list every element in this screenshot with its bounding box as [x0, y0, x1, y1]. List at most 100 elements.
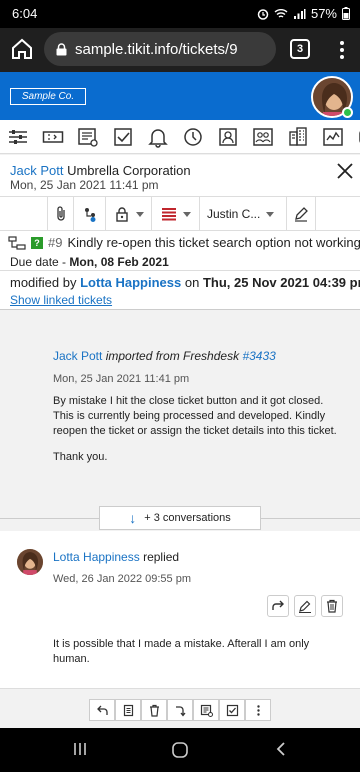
reply-button[interactable] [89, 699, 115, 721]
delete-reply-button[interactable] [321, 595, 343, 617]
contacts-button[interactable] [210, 120, 245, 154]
system-nav-bar [0, 728, 360, 772]
status-badge: ? [31, 236, 43, 249]
status-time: 6:04 [12, 6, 38, 21]
show-more-conversations-button[interactable]: ↓ + 3 conversations [99, 506, 261, 530]
report-button[interactable] [193, 699, 219, 721]
paperclip-icon [56, 206, 65, 221]
forward-button[interactable] [267, 595, 289, 617]
message-paragraph: By mistake I hit the close ticket button… [53, 395, 337, 437]
workflow-button[interactable] [73, 197, 105, 231]
more-actions-button[interactable] [245, 699, 271, 721]
imported-text: imported from Freshdesk [105, 349, 240, 363]
due-date-label: Due date - [10, 255, 70, 269]
ticket-created-date: Mon, 25 Jan 2021 11:41 pm [10, 178, 159, 192]
tickets-button[interactable] [35, 120, 70, 154]
checkbox-icon [113, 127, 132, 146]
message-date: Mon, 25 Jan 2021 11:41 pm [53, 373, 190, 385]
trash-icon [149, 704, 159, 717]
code-icon [358, 129, 360, 144]
chart-icon [322, 127, 343, 146]
approve-button[interactable] [219, 699, 245, 721]
modified-on-word: on [184, 275, 200, 290]
avatar-photo [17, 549, 43, 575]
more-vert-icon[interactable] [330, 36, 354, 64]
reports-button[interactable] [70, 120, 105, 154]
reply-date: Wed, 26 Jan 2022 09:55 pm [53, 573, 192, 585]
recent-apps-icon[interactable] [72, 741, 88, 757]
contact-card-icon [218, 127, 237, 146]
notifications-button[interactable] [140, 120, 175, 154]
trash-icon [327, 599, 337, 613]
ticket-card: Jack Pott Umbrella Corporation Mon, 25 J… [0, 155, 360, 310]
edit-ticket-button[interactable] [286, 197, 316, 231]
companies-button[interactable] [280, 120, 315, 154]
note-icon [123, 704, 133, 716]
building-icon [288, 126, 307, 146]
more-tools-button[interactable] [350, 120, 360, 154]
back-icon[interactable] [274, 741, 288, 757]
ticket-action-bar: Justin C... [0, 197, 360, 231]
ticket-header: Jack Pott Umbrella Corporation Mon, 25 J… [0, 155, 360, 197]
ticket-subject-block: ? #9 Kindly re-open this ticket search o… [0, 231, 360, 271]
group-icon [252, 127, 273, 146]
address-bar[interactable]: sample.tikit.info/tickets/9 [44, 32, 276, 66]
filters-button[interactable] [0, 120, 35, 154]
modified-at: Thu, 25 Nov 2021 04:39 pm [202, 275, 360, 290]
merge-arrow-icon [175, 705, 186, 717]
message-author-line: Jack Pott imported from Freshdesk #3433 [53, 349, 276, 363]
pencil-icon [295, 207, 308, 222]
avatar[interactable] [17, 549, 43, 575]
ticket-modified-block: modified by Lotta Happiness on Thu, 25 N… [0, 271, 360, 309]
ticket-number: #9 [48, 235, 63, 250]
battery-icon [342, 7, 350, 20]
online-status-dot [342, 107, 353, 118]
assignee-dropdown[interactable]: Justin C... [199, 197, 286, 231]
edit-reply-button[interactable] [294, 595, 316, 617]
home-icon[interactable] [10, 37, 34, 61]
reply-action: replied [143, 550, 180, 564]
alarm-icon [257, 8, 269, 20]
conversation-message-1: Jack Pott imported from Freshdesk #3433 … [0, 336, 360, 516]
home-nav-icon[interactable] [171, 741, 189, 759]
more-vert-icon [256, 704, 260, 716]
priority-dropdown[interactable] [151, 197, 199, 231]
forward-arrow-icon [272, 600, 284, 610]
history-button[interactable] [175, 120, 210, 154]
close-icon[interactable] [336, 162, 354, 180]
sliders-icon [8, 129, 27, 144]
requester-line: Jack Pott Umbrella Corporation [10, 163, 191, 178]
report-icon [200, 704, 213, 717]
delete-button[interactable] [141, 699, 167, 721]
company-logo[interactable]: Sample Co. [10, 88, 86, 105]
status-bar: 6:04 57% [0, 0, 360, 28]
subject-row: ? #9 Kindly re-open this ticket search o… [8, 235, 360, 250]
merge-button[interactable] [167, 699, 193, 721]
padlock-icon [115, 207, 128, 222]
modified-by-link[interactable]: Lotta Happiness [80, 275, 181, 290]
freshdesk-ref-link[interactable]: #3433 [242, 349, 275, 363]
reply-icon [96, 705, 108, 715]
status-icons: 57% [257, 6, 350, 21]
hierarchy-icon[interactable] [8, 235, 26, 250]
bottom-action-bar [89, 699, 271, 723]
signal-icon [293, 8, 306, 19]
note-button[interactable] [115, 699, 141, 721]
arrow-down-icon: ↓ [129, 510, 137, 526]
priority-bars-icon [161, 208, 176, 221]
groups-button[interactable] [245, 120, 280, 154]
requester-name[interactable]: Jack Pott [10, 163, 63, 178]
reply-author[interactable]: Lotta Happiness [53, 550, 140, 564]
url-text: sample.tikit.info/tickets/9 [75, 40, 238, 58]
analytics-button[interactable] [315, 120, 350, 154]
ticket-subject: Kindly re-open this ticket search option… [67, 235, 360, 250]
show-linked-tickets-link[interactable]: Show linked tickets [10, 293, 112, 307]
tab-switcher-button[interactable]: 3 [290, 39, 310, 59]
reply-author-line: Lotta Happiness replied [53, 550, 179, 564]
message-author[interactable]: Jack Pott [53, 349, 102, 363]
lock-dropdown[interactable] [105, 197, 151, 231]
battery-percent: 57% [310, 6, 337, 21]
tasks-button[interactable] [105, 120, 140, 154]
main-toolbar [0, 120, 360, 154]
attach-button[interactable] [47, 197, 73, 231]
